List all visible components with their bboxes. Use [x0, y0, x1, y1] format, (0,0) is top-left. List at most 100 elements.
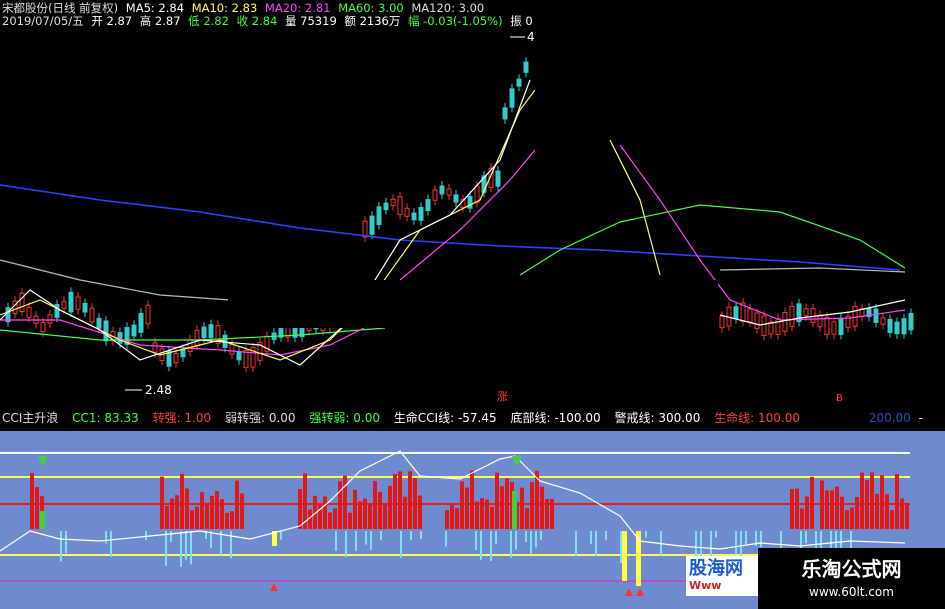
watermark-guhai: 股海网 Www: [686, 556, 758, 596]
red-histogram-bar: [383, 503, 387, 529]
red-histogram-bar: [790, 488, 794, 529]
green-signal-bar: [40, 511, 45, 529]
quote-amount: 额 2136万: [344, 14, 401, 28]
cyan-histogram-bar: [525, 531, 527, 543]
candle-body: [383, 202, 389, 211]
cyan-histogram-bar: [410, 531, 412, 541]
zhuanqiang-value: 转强: 1.00: [152, 411, 212, 425]
cyan-histogram-bar: [230, 531, 232, 559]
cyan-histogram-bar: [400, 531, 402, 558]
candle-body: [397, 196, 403, 215]
red-histogram-bar: [795, 488, 799, 529]
cyan-histogram-bar: [620, 531, 622, 564]
red-histogram-bar: [455, 507, 459, 529]
quote-change: 幅 -0.03(-1.05%): [408, 14, 503, 28]
red-histogram-bar: [485, 499, 489, 529]
red-histogram-bar: [825, 490, 829, 529]
red-histogram-bar: [185, 488, 189, 529]
cyan-histogram-bar: [530, 531, 532, 555]
candle-body: [26, 306, 32, 318]
cci1-value: CC1: 83.33: [72, 411, 139, 425]
red-histogram-bar: [200, 492, 204, 529]
red-histogram-bar: [870, 472, 874, 529]
ma10-line-right: [609, 139, 661, 276]
red-histogram-bar: [220, 499, 224, 529]
candle-body: [194, 329, 200, 346]
ruozhuanqiang-value: 弱转强: 0.00: [224, 411, 296, 425]
indicator-name: CCI主升浪: [2, 411, 59, 425]
candle-body: [887, 318, 893, 334]
candle-body: [103, 320, 109, 342]
quote-close: 收 2.84: [236, 14, 278, 28]
cyan-histogram-bar: [715, 531, 717, 538]
candle-body: [362, 220, 368, 238]
jingjie-value: 警戒线: 300.00: [614, 411, 701, 425]
red-histogram-bar: [353, 489, 357, 529]
quote-high: 高 2.87: [139, 14, 181, 28]
green-signal-bar: [512, 491, 517, 529]
candle-body: [523, 61, 529, 73]
red-histogram-bar: [830, 490, 834, 529]
candle-body: [908, 312, 914, 331]
shengmingxian-value: 生命线: 100.00: [714, 411, 801, 425]
cyan-histogram-bar: [180, 531, 182, 567]
cyan-histogram-bar: [335, 531, 337, 551]
red-up-arrow-icon: [625, 588, 633, 596]
red-histogram-bar: [165, 505, 169, 529]
candle-body: [96, 317, 102, 329]
indicator-scale-number: 200.00: [868, 411, 911, 425]
red-histogram-bar: [480, 498, 484, 529]
candle-body: [229, 344, 235, 355]
red-histogram-bar: [850, 507, 854, 529]
candle-body: [376, 206, 382, 226]
cyan-histogram-bar: [280, 531, 282, 540]
red-histogram-bar: [885, 494, 889, 529]
ma10-label: MA10: 2.83: [191, 1, 258, 15]
marker-zhang: 涨: [497, 390, 508, 403]
cyan-histogram-bar: [370, 531, 372, 550]
cyan-histogram-bar: [510, 531, 512, 558]
marker-b: B: [836, 393, 843, 404]
cyan-histogram-bar: [420, 531, 422, 540]
candle-body: [516, 78, 522, 87]
cyan-histogram-bar: [110, 531, 112, 557]
red-histogram-bar: [450, 504, 454, 529]
candle-body: [131, 324, 137, 337]
red-histogram-bar: [210, 495, 214, 529]
red-histogram-bar: [230, 511, 234, 529]
red-histogram-bar: [840, 496, 844, 529]
candle-body: [775, 318, 781, 335]
red-histogram-bar: [378, 491, 382, 529]
cyan-histogram-bar: [380, 531, 382, 541]
red-histogram-bar: [363, 498, 367, 529]
red-histogram-bar: [865, 480, 869, 529]
candle-body: [824, 316, 830, 335]
watermark-letao-title: 乐淘公式网: [801, 557, 902, 581]
ma120-line: [0, 184, 901, 271]
candle-body: [838, 317, 844, 335]
red-histogram-bar: [408, 471, 412, 529]
candle-body: [61, 301, 67, 309]
red-histogram-bar: [530, 482, 534, 529]
cci-white-line: [0, 450, 906, 552]
ma-grey-line: [0, 259, 231, 301]
cyan-histogram-bar: [165, 531, 167, 566]
red-histogram-bar: [388, 485, 392, 529]
red-histogram-bar: [905, 502, 909, 529]
candle-body: [803, 308, 809, 317]
cyan-histogram-bar: [515, 531, 517, 550]
cyan-histogram-bar: [190, 531, 192, 565]
candle-body: [761, 315, 767, 337]
cyan-histogram-bar: [345, 531, 347, 558]
red-histogram-bar: [880, 475, 884, 529]
candle-body: [852, 305, 858, 327]
stock-title: 宋都股份(日线 前复权): [2, 1, 119, 15]
candle-body: [817, 314, 823, 328]
candle-body: [509, 88, 515, 108]
red-histogram-bar: [470, 470, 474, 529]
candle-body: [754, 312, 760, 330]
red-histogram-bar: [180, 473, 184, 529]
red-histogram-bar: [323, 496, 327, 529]
candle-body: [68, 291, 74, 313]
red-histogram-bar: [235, 480, 239, 529]
